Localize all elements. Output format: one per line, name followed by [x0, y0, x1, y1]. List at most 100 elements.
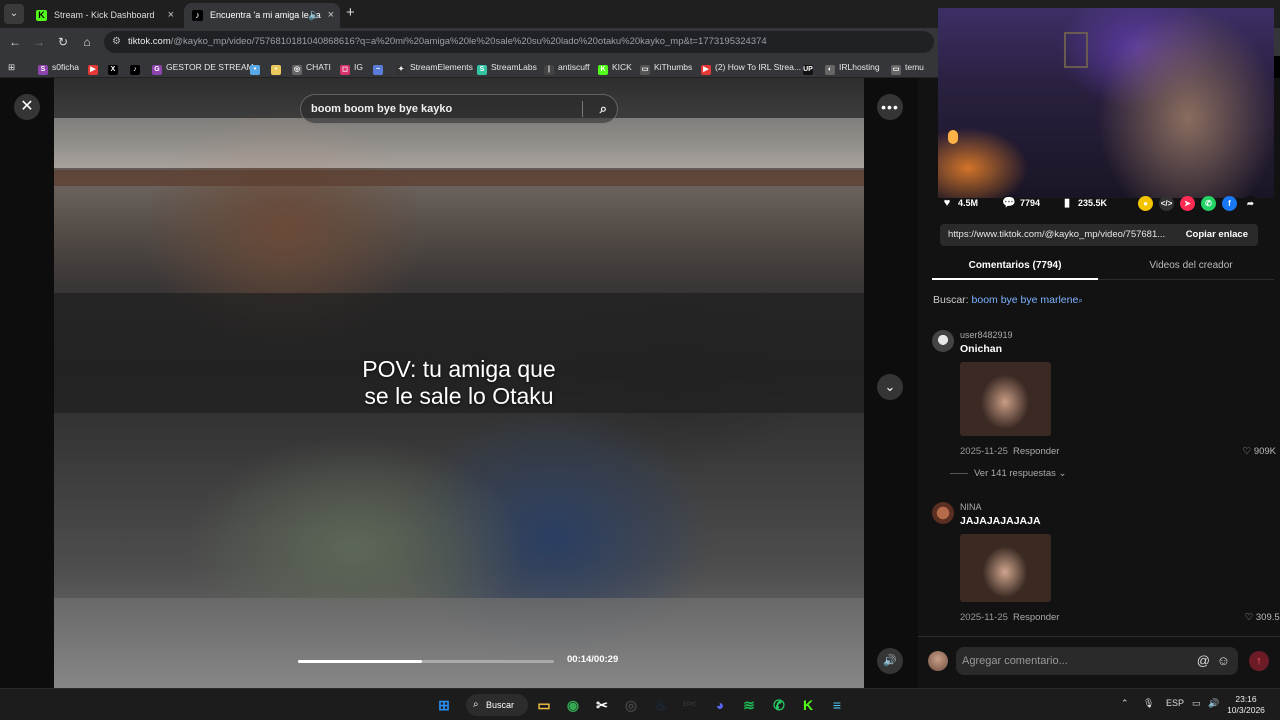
bookmark-item[interactable]: ♪ [130, 60, 144, 75]
tiktok-icon: ♪ [192, 10, 203, 21]
view-replies-button[interactable]: Ver 141 respuestas ⌄ [950, 468, 1066, 479]
bookmark-item[interactable]: ▭ KiThumbs [640, 60, 692, 75]
notepad-icon[interactable]: ≡ [828, 696, 846, 714]
epic-games-icon[interactable]: EPIC [681, 696, 699, 714]
home-icon[interactable]: ⌂ [78, 33, 96, 51]
chrome-icon[interactable]: ◉ [564, 696, 582, 714]
comment-icon: 💬 [1002, 197, 1016, 209]
back-icon[interactable]: ← [6, 33, 24, 51]
avatar[interactable] [932, 330, 954, 352]
comment-text: JAJAJAJAJAJA [960, 515, 1041, 527]
tab-tiktok[interactable]: ♪ Encuentra 'a mi amiga le sa 🔈 × [184, 3, 340, 28]
bookmark-label: StreamLabs [491, 62, 537, 72]
bookmark-item[interactable]: • [250, 60, 264, 75]
search-icon[interactable]: ⌕ [600, 95, 607, 123]
volume-icon[interactable]: 🔊 [1208, 698, 1219, 709]
bookmark-item[interactable]: • [271, 60, 285, 75]
copy-link-button[interactable]: Copiar enlace [1186, 224, 1248, 246]
close-video-button[interactable]: ✕ [14, 94, 40, 120]
embed-icon[interactable]: </> [1159, 196, 1174, 211]
video-player[interactable]: boom boom bye bye kayko ⌕ POV: tu amiga … [54, 78, 864, 688]
file-explorer-icon[interactable]: ▭ [535, 696, 553, 714]
steam-icon[interactable]: ♨ [652, 696, 670, 714]
bookmark-item[interactable]: Ss0ficha [38, 60, 79, 75]
more-options-button[interactable]: ••• [877, 94, 903, 120]
language-indicator[interactable]: ESP [1166, 698, 1184, 708]
reload-icon[interactable]: ↻ [54, 33, 72, 51]
tab-search-icon[interactable]: ⌄ [4, 4, 24, 24]
bookmark-item[interactable]: ▭ temu [891, 60, 924, 75]
coin-icon[interactable]: ● [1138, 196, 1153, 211]
network-icon[interactable]: ▭ [1192, 698, 1201, 709]
kick-app-icon[interactable]: K [799, 696, 817, 714]
bookmark-label: antiscuff [558, 62, 590, 72]
avatar[interactable] [932, 502, 954, 524]
save-button[interactable]: ▮ 235.5K [1060, 194, 1107, 212]
emoji-icon[interactable]: ☺ [1217, 647, 1230, 675]
bookmark-item[interactable]: | antiscuff [544, 60, 590, 75]
send-icon[interactable]: ➤ [1180, 196, 1195, 211]
clock[interactable]: 23:16 10/3/2026 [1224, 694, 1268, 716]
bookmark-item[interactable]: K KICK [598, 60, 632, 75]
mention-icon[interactable]: @ [1197, 647, 1210, 675]
next-video-button[interactable]: ⌄ [877, 374, 903, 400]
video-search-input[interactable]: boom boom bye bye kayko ⌕ [300, 94, 618, 124]
close-tab-icon[interactable]: × [168, 3, 174, 28]
address-bar[interactable]: ⚙ tiktok.com/@kayko_mp/video/75768101810… [104, 31, 934, 53]
spotify-icon[interactable]: ≋ [740, 696, 758, 714]
bookmark-favicon-icon: • [250, 65, 260, 75]
obs-icon[interactable]: ◎ [622, 696, 640, 714]
bookmark-label: IRLhosting [839, 62, 880, 72]
comment-count: 7794 [1020, 198, 1041, 208]
comment-username[interactable]: NINA [960, 502, 982, 512]
reply-button[interactable]: Responder [1013, 612, 1059, 623]
tab-comments[interactable]: Comentarios (7794) [932, 254, 1098, 280]
taskbar-search[interactable]: ⌕ Buscar [466, 694, 528, 716]
progress-bar[interactable] [298, 660, 554, 663]
bookmark-item[interactable]: ◎ CHATI [292, 60, 331, 75]
comment-image[interactable] [960, 534, 1051, 602]
like-button[interactable]: ♥ 4.5M [940, 194, 978, 212]
bookmark-item[interactable]: ✦ StreamElements [396, 60, 473, 75]
comment-input[interactable]: Agregar comentario... @ ☺ [956, 647, 1238, 675]
comment-likes[interactable]: ♡ 309.5K [1245, 612, 1280, 623]
bookmark-item[interactable]: ▶ [88, 60, 102, 75]
comment-likes[interactable]: ♡ 909K [1243, 446, 1276, 457]
microphone-icon[interactable]: 🎙 [1143, 698, 1154, 709]
comment-image[interactable] [960, 362, 1051, 436]
windows-start-icon[interactable]: ⊞ [435, 696, 453, 714]
video-link[interactable]: https://www.tiktok.com/@kayko_mp/video/7… [948, 224, 1178, 246]
new-tab-button[interactable]: + [346, 4, 355, 21]
share-arrow-icon[interactable]: ➦ [1243, 196, 1258, 211]
tray-chevron-icon[interactable]: ⌃ [1121, 698, 1129, 709]
like-count: 4.5M [958, 198, 979, 208]
volume-button[interactable]: 🔊 [877, 648, 903, 674]
whatsapp-icon[interactable]: ✆ [1201, 196, 1216, 211]
related-search-link[interactable]: boom bye bye marlene [972, 294, 1079, 306]
discord-icon[interactable]: ◕ [711, 696, 729, 714]
forward-icon[interactable]: → [30, 33, 48, 51]
bookmark-item[interactable]: ~ [373, 60, 387, 75]
facebook-icon[interactable]: f [1222, 196, 1237, 211]
comment-placeholder: Agregar comentario... [962, 655, 1068, 667]
capcut-icon[interactable]: ✂ [593, 696, 611, 714]
apps-grid-icon[interactable]: ⊞ [8, 60, 15, 74]
bookmark-item[interactable]: ◻ IG [340, 60, 363, 75]
bookmark-item[interactable]: UP [803, 60, 817, 75]
bookmark-favicon-icon: ~ [373, 65, 383, 75]
tab-audio-icon[interactable]: 🔈 [308, 3, 322, 28]
bookmark-item[interactable]: ▶ (2) How To IRL Strea... [701, 60, 801, 75]
bookmark-item[interactable]: G GESTOR DE STREAM [152, 60, 254, 75]
tab-creator-videos[interactable]: Videos del creador [1108, 254, 1274, 280]
site-info-icon[interactable]: ⚙ [112, 31, 121, 53]
close-tab-icon[interactable]: × [328, 3, 334, 28]
bookmark-item[interactable]: ◐ IRLhosting [825, 60, 880, 75]
bookmark-item[interactable]: S StreamLabs [477, 60, 537, 75]
send-comment-button[interactable]: ↑ [1249, 651, 1269, 671]
tab-kick-dashboard[interactable]: K Stream - Kick Dashboard × [28, 3, 180, 28]
bookmark-item[interactable]: X [108, 60, 122, 75]
reply-button[interactable]: Responder [1013, 446, 1059, 457]
comment-username[interactable]: user8482919 [960, 330, 1013, 340]
comment-button[interactable]: 💬 7794 [1002, 194, 1040, 212]
whatsapp-app-icon[interactable]: ✆ [770, 696, 788, 714]
